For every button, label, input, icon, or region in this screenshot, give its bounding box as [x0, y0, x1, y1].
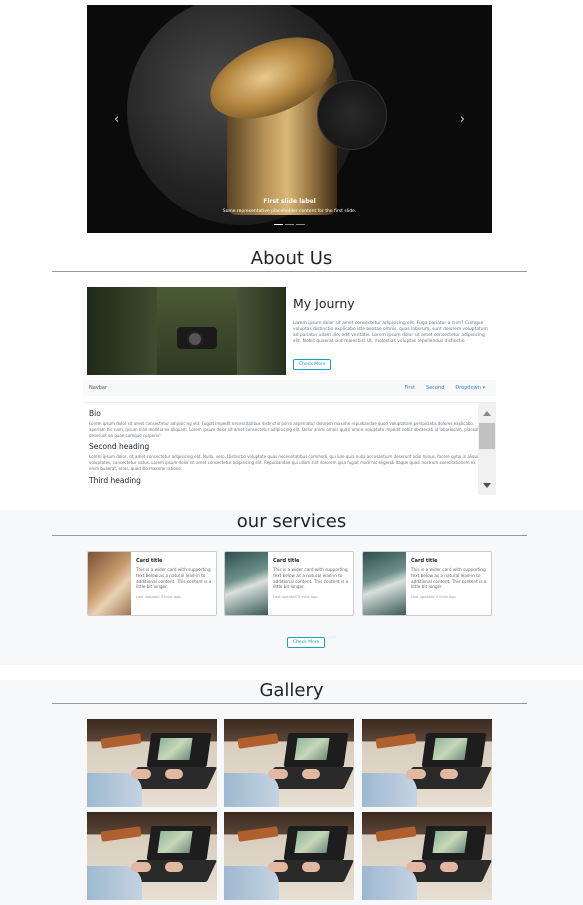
chevron-left-icon[interactable]: ‹	[114, 113, 119, 126]
carousel-indicators	[87, 223, 492, 225]
nav-link-second[interactable]: Second	[426, 385, 444, 391]
service-card[interactable]: Card title This is a wider card with sup…	[87, 551, 217, 616]
carousel-image-disc	[317, 80, 387, 150]
card-title: Card title	[411, 558, 438, 564]
navbar-brand[interactable]: Navbar	[89, 385, 107, 391]
card-title: Card title	[136, 558, 163, 564]
about-content: My Journy Lorem ipsum dolor sit amet con…	[293, 296, 493, 370]
scrollbar[interactable]	[478, 403, 496, 495]
second-heading: Second heading	[89, 442, 150, 452]
services-heading: our services	[236, 511, 347, 532]
about-paragraph: Lorem ipsum dolor sit amet consectetur a…	[293, 321, 488, 344]
service-card[interactable]: Card title This is a wider card with sup…	[362, 551, 492, 616]
nav-link-first[interactable]: First	[404, 385, 415, 391]
gallery-divider	[52, 703, 527, 704]
scrollbar-thumb[interactable]	[479, 423, 495, 449]
card-meta: Last updated 3 mins ago	[411, 595, 456, 600]
gallery-image[interactable]	[224, 719, 354, 807]
bio-heading: Bio	[89, 409, 101, 418]
about-title: My Journy	[293, 296, 355, 311]
navbar: Navbar First Second Dropdown ▾	[83, 380, 496, 396]
scrollspy-panel[interactable]: Bio Lorem ipsum dolor sit amet consectet…	[83, 402, 496, 495]
card-text: This is a wider card with supporting tex…	[411, 567, 487, 590]
gallery-image[interactable]	[87, 719, 217, 807]
carousel-indicator-3[interactable]	[296, 223, 305, 225]
card-text: This is a wider card with supporting tex…	[136, 567, 212, 590]
scroll-down-arrow-icon[interactable]	[483, 483, 491, 488]
gallery-heading: Gallery	[259, 680, 324, 701]
nav-dropdown[interactable]: Dropdown ▾	[455, 385, 485, 391]
scrollspy-content: Bio Lorem ipsum dolor sit amet consectet…	[89, 407, 482, 488]
service-card[interactable]: Card title This is a wider card with sup…	[224, 551, 354, 616]
card-image	[88, 552, 131, 615]
card-meta: Last updated 3 mins ago	[273, 595, 318, 600]
bio-paragraph: Lorem ipsum dolor sit amet consectetur a…	[89, 421, 479, 438]
about-divider	[52, 271, 527, 272]
services-divider	[52, 535, 527, 536]
card-title: Card title	[273, 558, 300, 564]
scroll-up-arrow-icon[interactable]	[483, 411, 491, 416]
carousel-indicator-2[interactable]	[285, 223, 294, 225]
hero-carousel[interactable]: ‹ › First slide label Some representativ…	[87, 5, 492, 233]
gallery-image[interactable]	[362, 719, 492, 807]
carousel-indicator-1[interactable]	[274, 223, 283, 225]
chevron-right-icon[interactable]: ›	[460, 113, 465, 126]
about-photo	[87, 287, 286, 375]
gallery-image[interactable]	[362, 812, 492, 900]
carousel-caption: First slide label Some representative pl…	[87, 198, 492, 214]
about-heading: About Us	[250, 248, 333, 269]
gallery-image[interactable]	[87, 812, 217, 900]
card-image	[363, 552, 406, 615]
second-paragraph: Lorem ipsum dolor, sit amet consectetur …	[89, 454, 481, 471]
navbar-links: First Second Dropdown ▾	[404, 385, 485, 391]
third-heading: Third heading	[89, 475, 141, 485]
card-meta: Last updated 3 mins ago	[136, 595, 181, 600]
carousel-caption-text: Some representative placeholder content …	[222, 209, 357, 214]
services-check-more-button[interactable]: Check More	[287, 637, 326, 648]
gallery-image[interactable]	[224, 812, 354, 900]
carousel-caption-title: First slide label	[263, 198, 316, 205]
card-image	[225, 552, 268, 615]
card-text: This is a wider card with supporting tex…	[273, 567, 349, 590]
about-check-more-button[interactable]: Check More	[293, 359, 332, 370]
